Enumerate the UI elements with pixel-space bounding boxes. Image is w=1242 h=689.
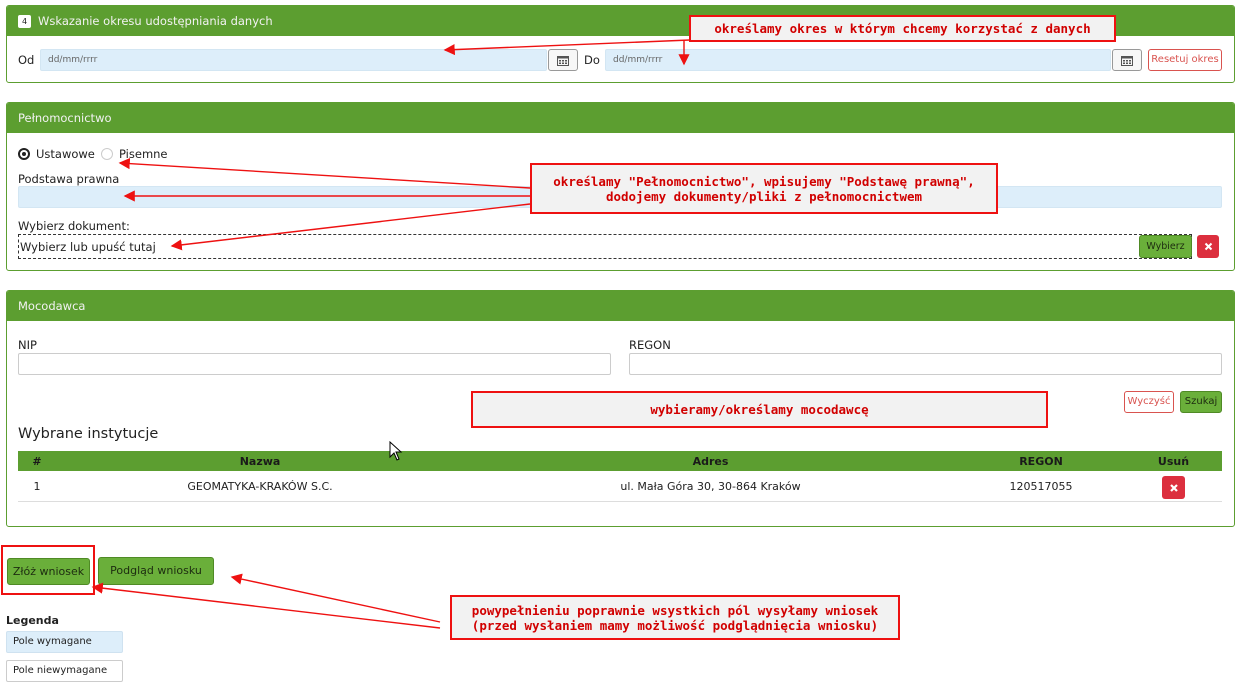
annotation-submit-line2: (przed wysłaniem mamy możliwość podglądn… bbox=[471, 617, 879, 633]
arrow-submit bbox=[91, 582, 441, 629]
annotation-poa: określamy "Pełnomocnictwo", wpisujemy "P… bbox=[530, 163, 998, 214]
arrow-period-from bbox=[443, 39, 691, 56]
arrow-poa-radio bbox=[118, 158, 531, 189]
annotation-arrows bbox=[91, 39, 691, 629]
annotation-principal: wybieramy/określamy mocodawcę bbox=[471, 391, 1048, 428]
annotation-submit-line1: powypełnieniu poprawnie wsystkich pól wy… bbox=[471, 602, 879, 618]
annotation-poa-line1: określamy "Pełnomocnictwo", wpisujemy "P… bbox=[553, 173, 975, 189]
annotation-poa-line2: dodojemy dokumenty/pliki z pełnomocnictw… bbox=[605, 188, 923, 204]
arrow-poa-file bbox=[170, 203, 531, 251]
annotation-submit: powypełnieniu poprawnie wsystkich pól wy… bbox=[450, 595, 900, 640]
annotation-period: określamy okres w którym chcemy korzysta… bbox=[689, 15, 1116, 42]
